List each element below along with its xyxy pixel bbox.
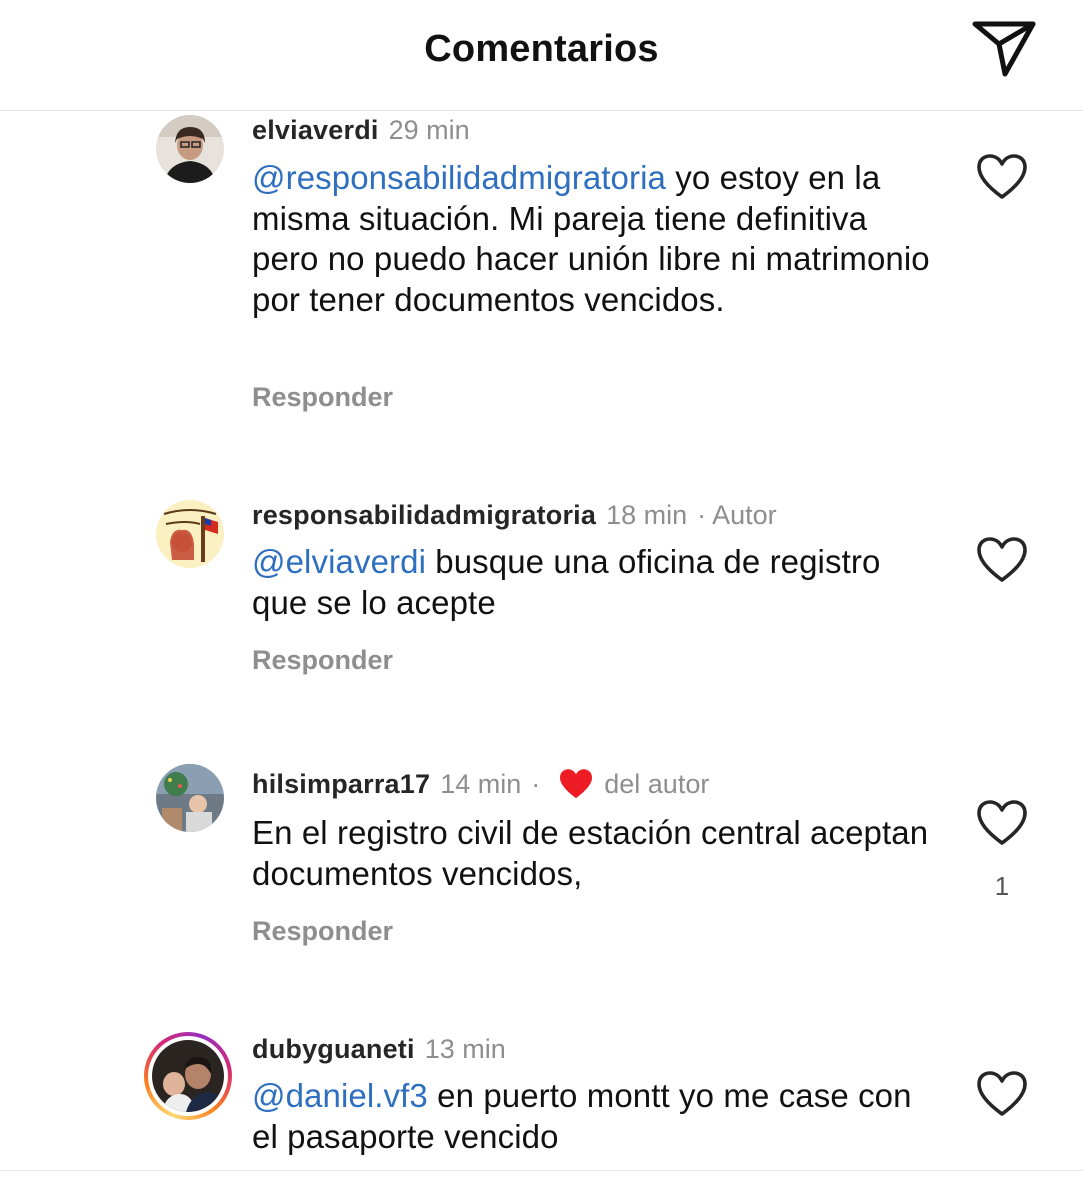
like-button[interactable]: [975, 1069, 1029, 1119]
comment-body: En el registro civil de estación central…: [252, 814, 929, 892]
comment-username[interactable]: hilsimparra17: [252, 769, 430, 799]
liked-by-author-label: del autor: [604, 769, 710, 799]
author-badge: Autor: [712, 500, 777, 530]
heart-outline-icon: [977, 800, 1027, 845]
avatar[interactable]: [156, 115, 224, 183]
page-title: Comentarios: [424, 28, 659, 70]
comment-username[interactable]: dubyguaneti: [252, 1034, 415, 1064]
comment-meta: elviaverdi 29 min: [252, 115, 470, 145]
divider: [0, 1170, 1083, 1171]
comment-meta: responsabilidadmigratoria 18 min · Autor: [252, 500, 777, 530]
comments-sheet: Comentarios elviaverdi 29 min @responsab…: [0, 0, 1083, 1200]
comment-username[interactable]: elviaverdi: [252, 115, 379, 145]
comment-username[interactable]: responsabilidadmigratoria: [252, 500, 596, 530]
comment-time: 18 min: [606, 500, 688, 530]
mention-link[interactable]: @daniel.vf3: [252, 1077, 428, 1114]
like-count: 1: [994, 871, 1010, 901]
reply-button[interactable]: Responder: [252, 645, 393, 676]
story-ring-avatar[interactable]: [144, 1032, 232, 1120]
avatar: [152, 1040, 224, 1112]
avatar[interactable]: [156, 500, 224, 568]
reply-button[interactable]: Responder: [252, 382, 393, 413]
share-button[interactable]: [969, 16, 1039, 80]
reply-button[interactable]: Responder: [252, 916, 393, 947]
separator-dot: ·: [697, 500, 707, 530]
paper-plane-icon: [972, 21, 1036, 77]
comment-text: En el registro civil de estación central…: [252, 813, 942, 894]
heart-outline-icon: [977, 1071, 1027, 1116]
comment-time: 29 min: [388, 115, 470, 145]
avatar[interactable]: [156, 764, 224, 832]
comment-time: 14 min: [440, 769, 522, 799]
comment-text: @responsabilidadmigratoria yo estoy en l…: [252, 158, 942, 320]
comment-text: @elviaverdi busque una oficina de regist…: [252, 542, 942, 623]
comment-time: 13 min: [424, 1034, 506, 1064]
like-button[interactable]: [975, 798, 1029, 848]
like-button[interactable]: [975, 152, 1029, 202]
comment-meta: dubyguaneti 13 min: [252, 1034, 506, 1064]
header: Comentarios: [0, 0, 1083, 111]
mention-link[interactable]: @elviaverdi: [252, 543, 426, 580]
separator-dot: ·: [531, 769, 541, 799]
comment-text: @daniel.vf3 en puerto montt yo me case c…: [252, 1076, 942, 1157]
heart-outline-icon: [977, 154, 1027, 199]
author-like-heart-icon: [558, 768, 594, 800]
heart-outline-icon: [977, 537, 1027, 582]
mention-link[interactable]: @responsabilidadmigratoria: [252, 159, 666, 196]
like-button[interactable]: [975, 535, 1029, 585]
comment-meta: hilsimparra17 14 min · del autor: [252, 768, 709, 800]
